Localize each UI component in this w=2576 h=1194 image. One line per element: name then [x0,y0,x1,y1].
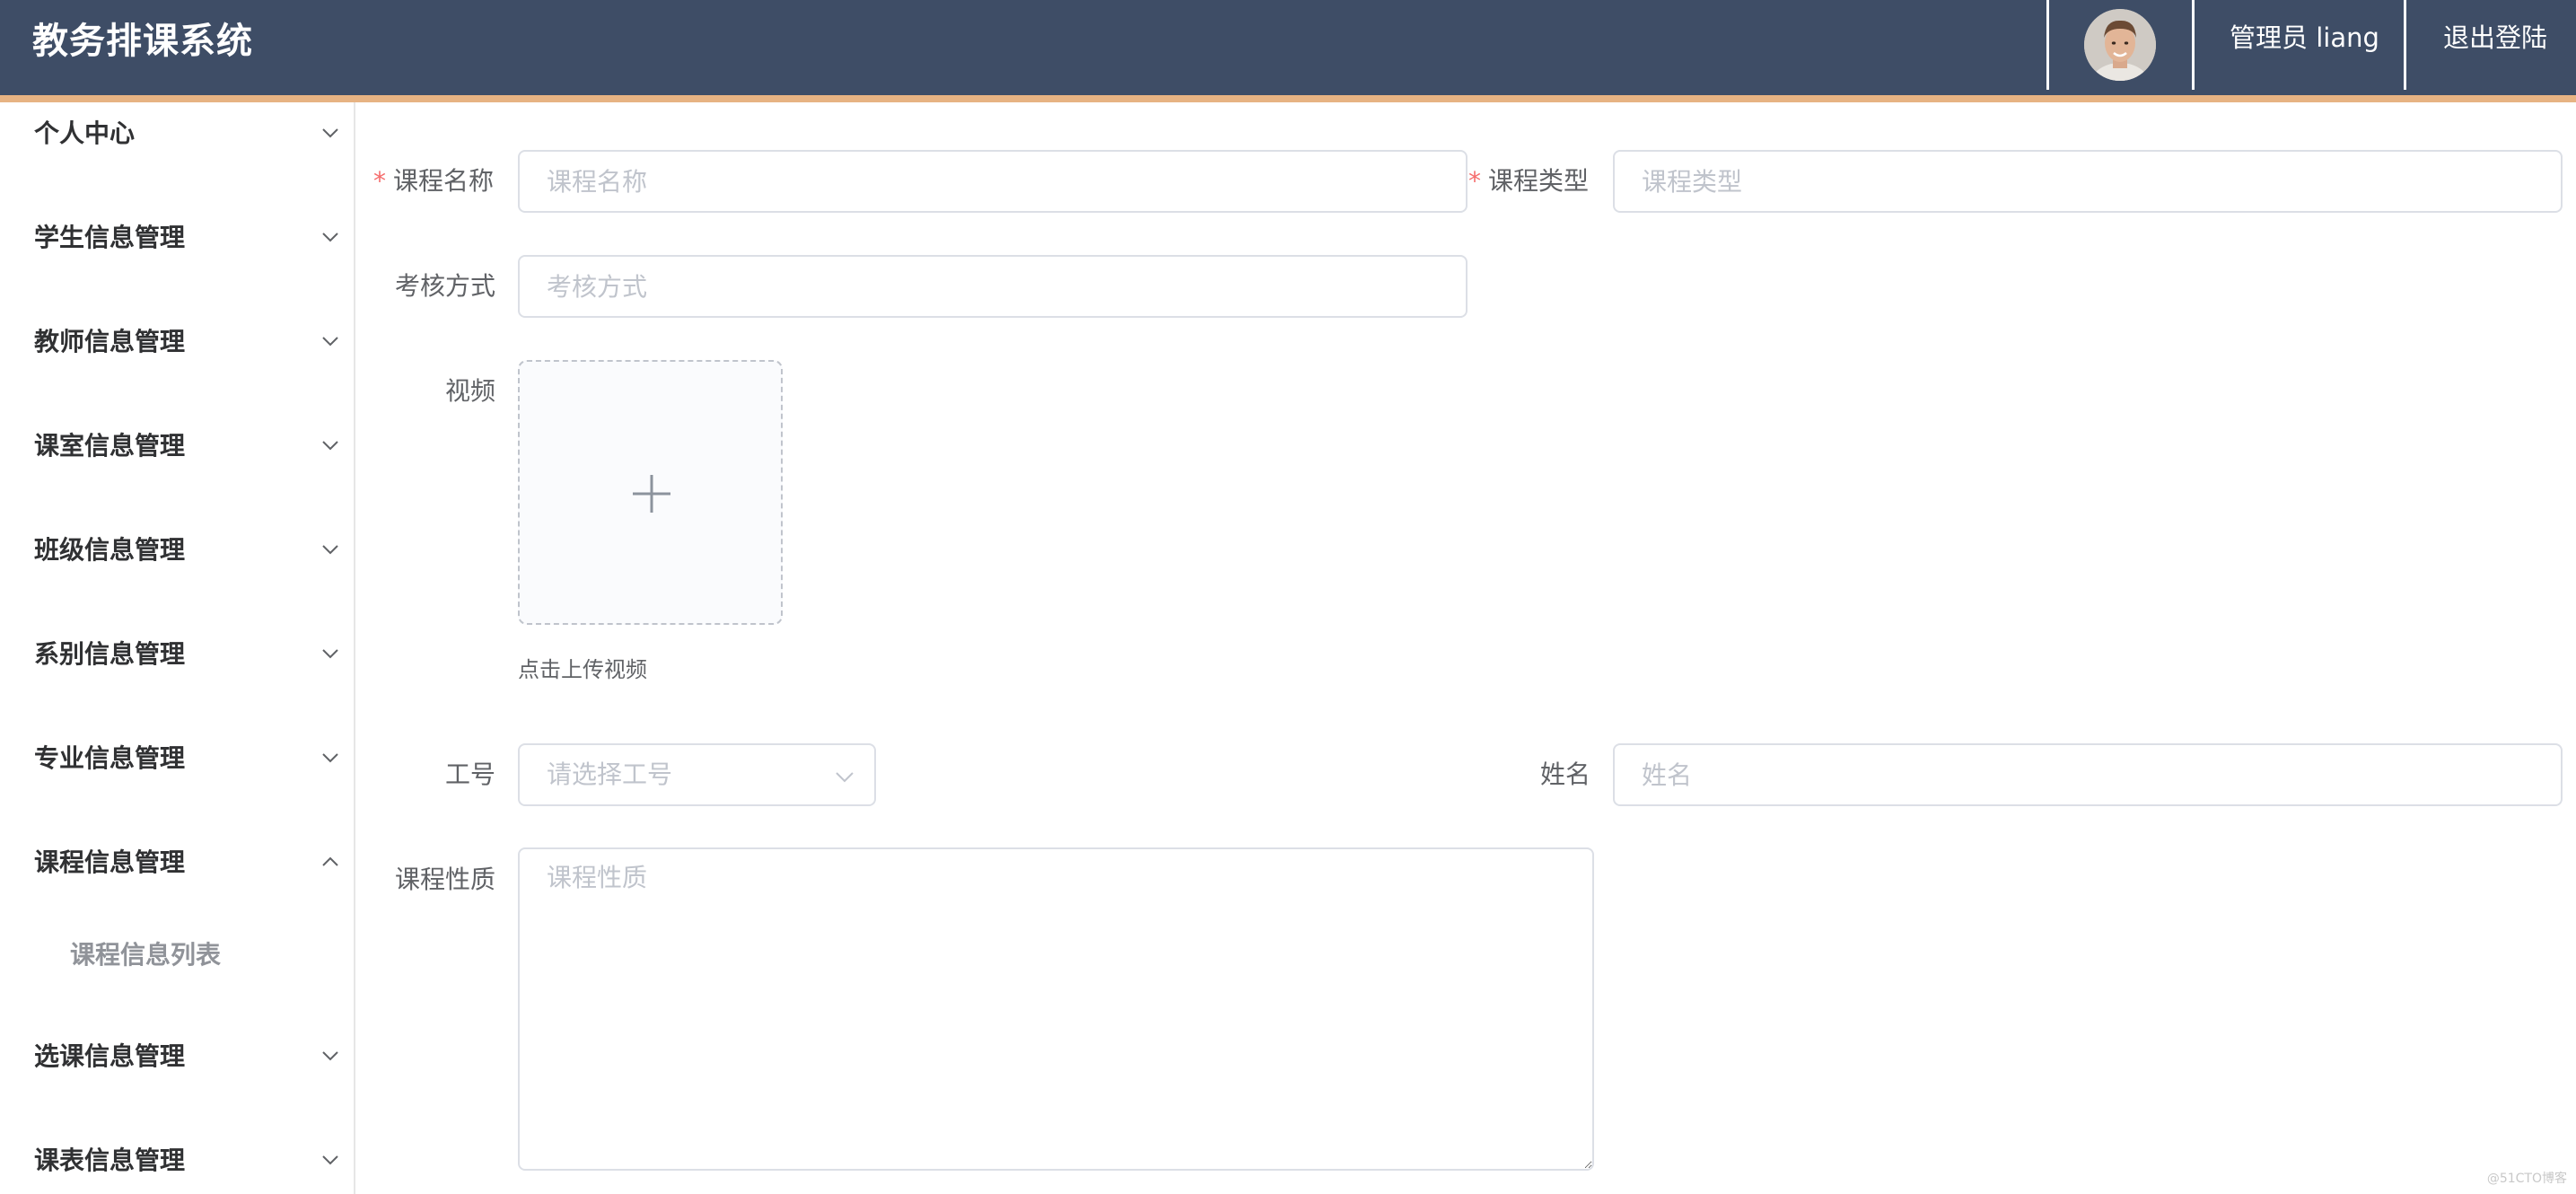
sidebar-item-label: 专业信息管理 [34,743,186,773]
sidebar-item-major-info[interactable]: 专业信息管理 [0,727,354,790]
name-input[interactable] [1613,743,2563,806]
chevron-down-icon [836,772,854,783]
staff-id-placeholder: 请选择工号 [547,759,673,789]
sidebar-item-class-info[interactable]: 班级信息管理 [0,519,354,582]
exam-method-input[interactable] [518,255,1468,318]
sidebar-item-personal-center[interactable]: 个人中心 [0,102,354,165]
chevron-up-icon [322,856,338,866]
sidebar-subitem-course-list[interactable]: 课程信息列表 [0,924,354,987]
chevron-down-icon [322,545,338,555]
chevron-down-icon [322,128,338,138]
app-title: 教务排课系统 [32,21,253,62]
chevron-down-icon [322,337,338,347]
sidebar-item-timetable-info[interactable]: 课表信息管理 [0,1129,354,1192]
sidebar-item-label: 课程信息管理 [34,847,186,877]
user-avatar-icon [2084,9,2156,81]
chevron-down-icon [322,233,338,242]
sidebar-item-label: 学生信息管理 [34,223,186,252]
required-mark: * [373,166,386,196]
staff-id-select[interactable]: 请选择工号 [518,743,876,806]
course-type-input[interactable] [1613,150,2563,213]
staff-id-label: 工号 [445,759,496,789]
course-nature-textarea[interactable] [518,847,1594,1171]
header-divider [2046,0,2049,90]
sidebar-item-label: 课表信息管理 [34,1146,186,1175]
video-label: 视频 [445,376,496,406]
chevron-down-icon [322,1155,338,1165]
sidebar-item-label: 班级信息管理 [34,535,186,565]
logout-button[interactable]: 退出登陆 [2443,0,2547,75]
sidebar-item-label: 个人中心 [34,119,136,148]
sidebar-item-student-info[interactable]: 学生信息管理 [0,206,354,269]
course-name-input[interactable] [518,150,1468,213]
sidebar-item-teacher-info[interactable]: 教师信息管理 [0,311,354,373]
sidebar-item-department-info[interactable]: 系别信息管理 [0,623,354,686]
sidebar-item-label: 系别信息管理 [34,639,186,669]
course-nature-label: 课程性质 [395,865,496,894]
sidebar-menu: 个人中心 学生信息管理 教师信息管理 课室信息管理 班级信息管理 系别信息管理 … [0,102,355,1194]
chevron-down-icon [322,441,338,451]
course-name-label: * 课程名称 [373,166,495,196]
required-mark: * [1468,166,1481,196]
chevron-down-icon [322,1051,338,1061]
plus-icon [633,475,670,513]
name-label: 姓名 [1540,759,1591,789]
chevron-down-icon [322,753,338,763]
header-divider [2192,0,2195,90]
sidebar-item-enrollment-info[interactable]: 选课信息管理 [0,1025,354,1088]
sidebar-item-course-info[interactable]: 课程信息管理 [0,831,354,894]
sidebar-item-label: 课室信息管理 [34,431,186,461]
video-upload-area[interactable] [518,360,783,625]
avatar[interactable] [2084,9,2156,81]
course-type-label: * 课程类型 [1468,166,1590,196]
watermark: @51CTO博客 [2486,1172,2567,1186]
upload-hint: 点击上传视频 [518,657,647,682]
user-name[interactable]: 管理员 liang [2230,0,2379,75]
header-divider [2404,0,2406,90]
sidebar-subitem-label: 课程信息列表 [70,940,222,970]
top-header: 教务排课系统 管理员 liang 退出登陆 [0,0,2576,102]
sidebar-item-label: 教师信息管理 [34,327,186,356]
chevron-down-icon [322,649,338,659]
sidebar-item-label: 选课信息管理 [34,1041,186,1071]
sidebar-item-classroom-info[interactable]: 课室信息管理 [0,415,354,478]
exam-method-label: 考核方式 [395,271,496,301]
